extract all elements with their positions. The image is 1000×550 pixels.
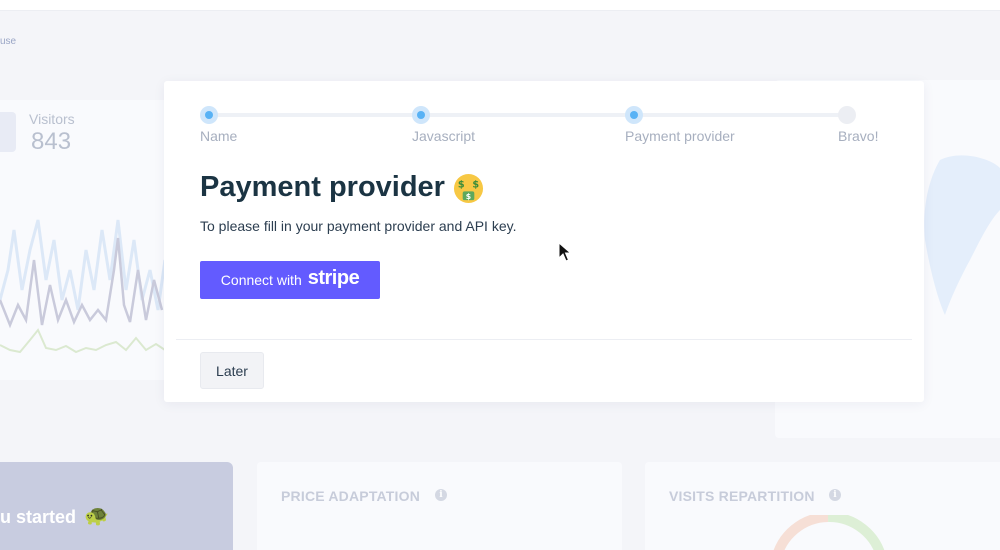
getting-started-card — [0, 462, 233, 550]
mouse-cursor-icon — [558, 242, 572, 262]
price-adaptation-card — [257, 462, 622, 550]
visitors-icon — [0, 112, 16, 152]
modal-title: Payment provider — [200, 171, 445, 203]
step-indicator-payment-provider — [625, 106, 643, 124]
connect-label: Connect with — [220, 272, 302, 288]
visitors-sparkline — [0, 219, 165, 354]
step-indicator-javascript — [412, 106, 430, 124]
step-label-bravo: Bravo! — [838, 128, 879, 144]
steps-progress-track — [208, 113, 848, 117]
turtle-icon: 🐢 — [84, 505, 109, 527]
breadcrumb: use — [0, 36, 17, 47]
modal-description: To please fill in your payment provider … — [200, 218, 517, 234]
top-bar — [0, 0, 1000, 11]
stripe-logo: stripe — [307, 267, 360, 289]
visitors-value: 843 — [31, 128, 72, 155]
modal-divider — [176, 339, 912, 340]
svg-text:$: $ — [458, 180, 465, 191]
visitors-label: Visitors — [29, 111, 75, 127]
svg-text:$: $ — [466, 192, 471, 201]
money-mouth-face-icon: $ $ $ — [453, 173, 484, 204]
step-label-payment-provider: Payment provider — [625, 128, 735, 144]
world-map-illustration — [924, 155, 1000, 315]
svg-text:$: $ — [472, 180, 479, 191]
info-icon[interactable]: i — [829, 489, 841, 501]
visits-repartition-title: VISITS REPARTITION — [669, 488, 815, 504]
onboarding-modal: Name Javascript Payment provider Bravo! … — [164, 81, 924, 402]
getting-started-title: u started — [0, 507, 77, 527]
step-label-javascript: Javascript — [412, 128, 476, 144]
visits-donut-chart — [773, 515, 885, 550]
info-icon[interactable]: i — [435, 489, 447, 501]
step-indicator-bravo — [838, 106, 856, 124]
step-label-name: Name — [200, 128, 238, 144]
later-button[interactable]: Later — [200, 352, 264, 389]
price-adaptation-title: PRICE ADAPTATION — [281, 488, 421, 504]
connect-with-stripe-button[interactable]: Connect with stripe — [200, 261, 380, 299]
step-indicator-name — [200, 106, 218, 124]
